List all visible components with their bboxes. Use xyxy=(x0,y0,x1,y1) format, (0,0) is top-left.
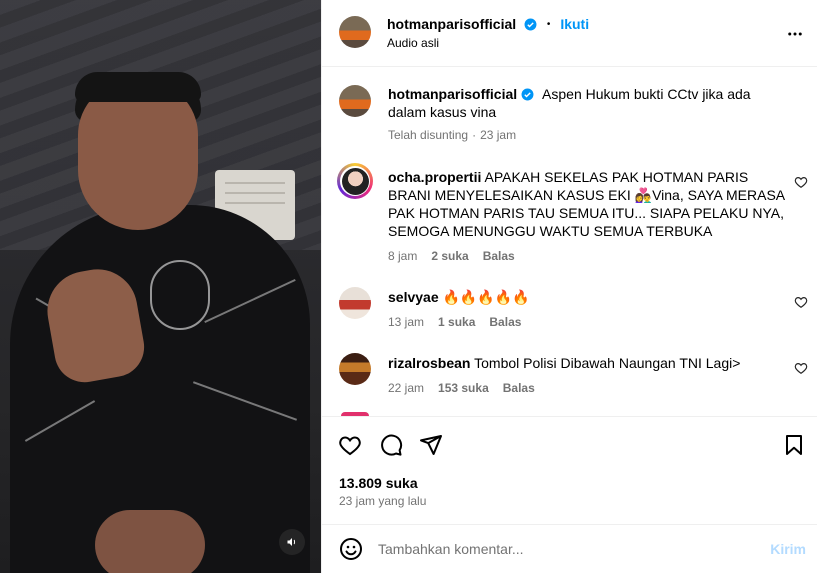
likes-count[interactable]: 13.809 suka xyxy=(339,475,418,491)
comment-likes[interactable]: 1 suka xyxy=(438,315,475,329)
speaker-icon xyxy=(287,538,296,546)
post-comment-button[interactable]: Kirim xyxy=(770,541,806,557)
author-username[interactable]: hotmanparisofficial xyxy=(387,16,516,32)
person-head xyxy=(78,80,198,230)
caption-time: 23 jam xyxy=(480,128,517,142)
more-horizontal-icon[interactable] xyxy=(786,25,804,43)
reply-button[interactable]: Balas xyxy=(489,315,521,329)
bookmark-save-icon[interactable] xyxy=(782,433,806,457)
share-send-icon[interactable] xyxy=(419,433,443,457)
like-comment-heart-icon[interactable] xyxy=(794,175,808,189)
comment-bubble-icon[interactable] xyxy=(379,433,403,457)
comment-input[interactable]: Tambahkan komentar... xyxy=(378,541,524,557)
comment-time: 8 jam xyxy=(388,249,418,263)
comment-likes[interactable]: 153 suka xyxy=(438,381,489,395)
like-heart-icon[interactable] xyxy=(338,433,362,457)
like-comment-heart-icon[interactable] xyxy=(794,295,808,309)
comment-username[interactable]: ocha.propertii xyxy=(388,169,481,185)
comment-time: 13 jam xyxy=(388,315,425,329)
person-hand-lower xyxy=(95,510,205,573)
add-comment-row: Tambahkan komentar... Kirim xyxy=(322,524,817,573)
comment-username[interactable]: rizalrosbean xyxy=(388,355,470,371)
comment-time: 22 jam xyxy=(388,381,425,395)
comment-text: 🔥🔥🔥🔥🔥 xyxy=(442,289,530,305)
comment-likes[interactable]: 2 suka xyxy=(431,249,468,263)
reply-button[interactable]: Balas xyxy=(483,249,515,263)
verified-badge-icon xyxy=(521,88,534,101)
emoji-smiley-icon[interactable] xyxy=(339,537,363,561)
audio-toggle-button[interactable] xyxy=(279,529,305,555)
caption-username[interactable]: hotmanparisofficial xyxy=(388,86,517,102)
comment-text: Tombol Polisi Dibawah Naungan TNI Lagi> xyxy=(474,355,741,371)
post-panel: hotmanparisofficial • Ikuti Audio asli h… xyxy=(321,0,817,573)
author-avatar[interactable] xyxy=(339,16,371,48)
commenter-avatar[interactable] xyxy=(339,287,371,319)
shirt-emblem xyxy=(150,260,210,330)
verified-badge-icon xyxy=(524,18,537,31)
comment-username[interactable]: selvyae xyxy=(388,289,439,305)
caption-avatar[interactable] xyxy=(339,85,371,117)
post-video[interactable] xyxy=(0,0,321,573)
caption-edited-label: Telah disunting xyxy=(388,128,469,142)
like-comment-heart-icon[interactable] xyxy=(794,361,808,375)
commenter-avatar[interactable] xyxy=(339,353,371,385)
action-bar: 13.809 suka 23 jam yang lalu xyxy=(322,416,817,524)
follow-button[interactable]: Ikuti xyxy=(560,16,589,32)
post-header: hotmanparisofficial • Ikuti Audio asli xyxy=(322,0,817,67)
reply-button[interactable]: Balas xyxy=(503,381,535,395)
posted-time: 23 jam yang lalu xyxy=(339,494,427,508)
post-viewer: hotmanparisofficial • Ikuti Audio asli h… xyxy=(0,0,817,573)
audio-label[interactable]: Audio asli xyxy=(387,36,439,50)
header-separator: • xyxy=(546,19,551,30)
commenter-avatar[interactable] xyxy=(337,163,373,199)
